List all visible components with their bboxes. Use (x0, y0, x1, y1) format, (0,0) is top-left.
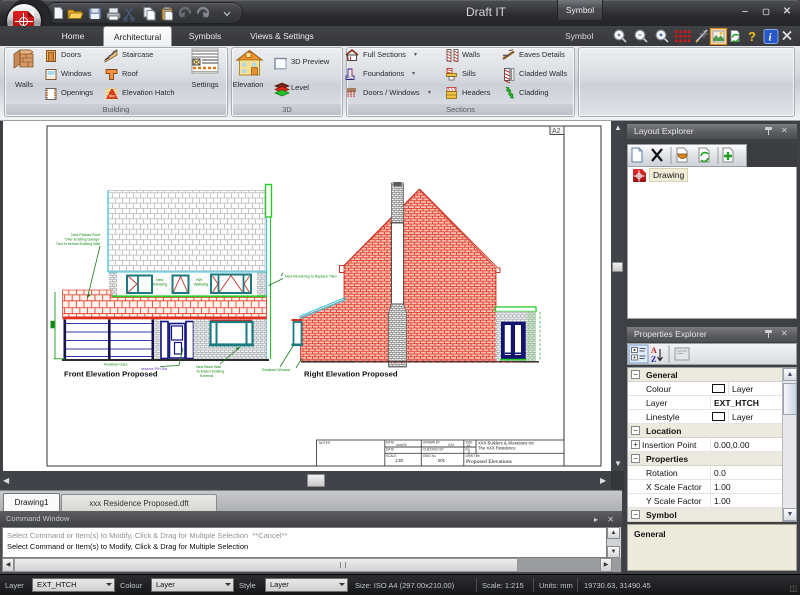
svg-text:Front Elevation Proposed: Front Elevation Proposed (64, 370, 158, 379)
svg-text:New Pitched Roof: New Pitched Roof (71, 233, 100, 237)
svg-text:DATE: DATE (386, 441, 394, 445)
svg-text:Retained Gara: Retained Gara (104, 363, 127, 367)
svg-text:NOTES: NOTES (319, 441, 330, 445)
svg-text:New: New (156, 278, 164, 282)
svg-text:Right Elevation Proposed: Right Elevation Proposed (304, 370, 398, 379)
svg-text:Tied In behind Existing Wall: Tied In behind Existing Wall (56, 242, 100, 246)
svg-text:The XXX Residence: The XXX Residence (478, 446, 516, 451)
svg-text:DATE: DATE (386, 448, 394, 452)
svg-text:DRAWN BY: DRAWN BY (423, 441, 441, 445)
svg-text:Retained Window: Retained Window (262, 368, 291, 372)
svg-text:001: 001 (438, 458, 446, 463)
svg-text:Proposed Elevations: Proposed Elevations (466, 459, 512, 465)
svg-text:?: ? (748, 29, 756, 44)
svg-text:New Rendering to Replace Tile: New Rendering to Replace Tiled (285, 275, 337, 279)
svg-text:Z: Z (651, 355, 656, 364)
svg-text:xxxx/00: xxxx/00 (396, 443, 407, 447)
svg-text:To Match Existing: To Match Existing (196, 370, 224, 374)
svg-text:CHECKED BY: CHECKED BY (423, 448, 445, 452)
svg-text:XXX: XXX (448, 443, 455, 447)
svg-text:A2: A2 (552, 128, 561, 135)
svg-text:HW: HW (196, 278, 203, 282)
svg-text:DRW Title: DRW Title (466, 454, 481, 458)
svg-text:'Over Existing Garage': 'Over Existing Garage' (64, 238, 100, 242)
svg-text:DWG No: DWG No (423, 454, 436, 458)
svg-text:1:50: 1:50 (395, 458, 404, 463)
svg-text:Paneling: Paneling (153, 283, 167, 287)
svg-text:A: A (651, 346, 657, 355)
svg-text:Wallcling: Wallcling (194, 283, 208, 287)
svg-text:New Block Wall: New Block Wall (196, 365, 221, 369)
svg-text:External: External (200, 374, 213, 378)
